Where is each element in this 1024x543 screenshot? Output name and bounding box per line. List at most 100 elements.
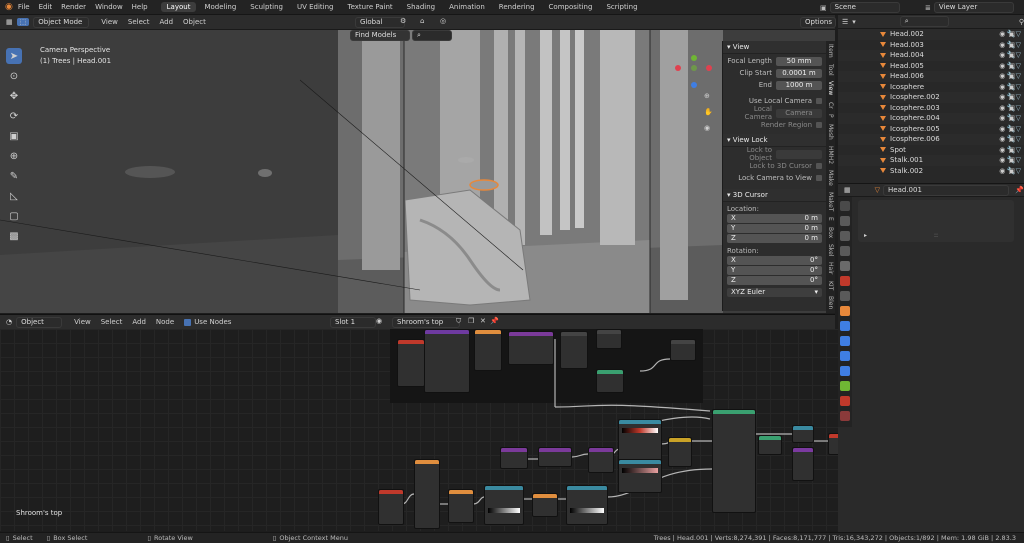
- constraints-tab-icon[interactable]: [840, 366, 850, 376]
- outliner-display-icon[interactable]: ▾: [852, 18, 856, 26]
- tab-animation[interactable]: Animation: [443, 2, 491, 12]
- object-tab-icon[interactable]: [840, 306, 850, 316]
- cursor-rotation-z[interactable]: Z 0°: [727, 276, 822, 285]
- tab-uv-editing[interactable]: UV Editing: [291, 2, 340, 12]
- node-material-output-b[interactable]: [792, 447, 814, 481]
- camera-view-icon[interactable]: ◉: [704, 124, 710, 132]
- move-tool-icon[interactable]: ✥: [6, 88, 22, 104]
- outliner-item[interactable]: Head.002 🔧▽ ◉▣: [838, 29, 1024, 40]
- physics-tab-icon[interactable]: [840, 351, 850, 361]
- panel-expand-icon[interactable]: ▸: [864, 232, 867, 239]
- node-texture-coordinate[interactable]: [397, 339, 425, 387]
- outliner-item[interactable]: Icosphere.005 🔧▽ ◉▣: [838, 124, 1024, 135]
- focal-length-field[interactable]: 50 mm: [776, 56, 822, 66]
- properties-empty-panel[interactable]: ▸ ::: [858, 200, 1014, 242]
- view-layer-tab-icon[interactable]: [840, 246, 850, 256]
- outliner-item[interactable]: Icosphere.004 🔧▽ ◉▣: [838, 113, 1024, 124]
- menu-render[interactable]: Render: [61, 3, 86, 11]
- pan-hand-icon[interactable]: ✋: [704, 108, 713, 116]
- lock-camera-checkbox[interactable]: [816, 175, 822, 181]
- node-math-c[interactable]: [532, 493, 558, 517]
- menu-file[interactable]: File: [18, 3, 30, 11]
- lock-to-object-field[interactable]: [776, 149, 822, 159]
- node-menu-node[interactable]: Node: [156, 318, 174, 326]
- sidebar-tab-item[interactable]: Item: [827, 44, 834, 58]
- sidebar-tab-view[interactable]: View: [827, 81, 834, 95]
- pivot-icon[interactable]: ⚙: [400, 17, 406, 25]
- rotation-mode-dropdown[interactable]: XYZ Euler ▾: [727, 288, 822, 297]
- sidebar-tab-box[interactable]: Box: [827, 227, 834, 238]
- node-menu-select[interactable]: Select: [101, 318, 123, 326]
- zoom-icon[interactable]: ⊕: [704, 92, 710, 100]
- visibility-toggles[interactable]: ◉▣: [999, 41, 1018, 49]
- options-dropdown[interactable]: Options: [800, 17, 836, 28]
- sidebar-tab-hmh2[interactable]: HMH2: [827, 146, 834, 164]
- texture-tab-icon[interactable]: [840, 411, 850, 421]
- outliner-item[interactable]: Stalk.001 🔧▽ ◉▣: [838, 155, 1024, 166]
- scene-selector[interactable]: ▣ Scene: [820, 2, 900, 13]
- unlink-material-icon[interactable]: ✕: [480, 317, 486, 325]
- find-models-search[interactable]: ⌕: [412, 30, 452, 41]
- proportional-icon[interactable]: ◎: [440, 17, 446, 25]
- world-tab-icon[interactable]: [840, 276, 850, 286]
- node-reroute-a[interactable]: [670, 339, 696, 361]
- menu-help[interactable]: Help: [132, 3, 148, 11]
- sidebar-tab-e[interactable]: E: [827, 217, 834, 221]
- blender-logo-icon[interactable]: ◉: [5, 2, 13, 12]
- orientation-dropdown[interactable]: Global: [355, 17, 405, 28]
- visibility-toggles[interactable]: ◉▣: [999, 114, 1018, 122]
- sidebar-tab-hair[interactable]: Hair: [827, 262, 834, 274]
- modifier-tab-icon[interactable]: [840, 321, 850, 331]
- outliner-type-icon[interactable]: ☰: [842, 18, 848, 26]
- node-noise-a[interactable]: [500, 447, 528, 469]
- outliner-item[interactable]: Icosphere.006 🔧▽ ◉▣: [838, 134, 1024, 145]
- navigation-gizmo[interactable]: ⊕ ✋ ◉: [672, 50, 722, 140]
- node-noise-b[interactable]: [538, 447, 572, 467]
- node-principled-bsdf[interactable]: [712, 409, 756, 513]
- tab-modeling[interactable]: Modeling: [198, 2, 242, 12]
- select-tool-icon[interactable]: ➤: [6, 48, 22, 64]
- panel-drag-icon[interactable]: ::: [934, 232, 938, 239]
- pin-icon[interactable]: 📌: [490, 317, 499, 325]
- mode-dropdown[interactable]: Object Mode: [33, 16, 90, 28]
- outliner-item[interactable]: Stalk.002 🔧▽ ◉▣: [838, 166, 1024, 177]
- cursor-location-x[interactable]: X0 m: [727, 214, 822, 223]
- sidebar-tab-skel[interactable]: Skel: [827, 244, 834, 256]
- data-tab-icon[interactable]: [840, 381, 850, 391]
- viewport-menu-add[interactable]: Add: [159, 18, 173, 26]
- node-bump[interactable]: [792, 425, 814, 443]
- properties-pin-icon[interactable]: 📌: [1015, 186, 1024, 194]
- rotate-tool-icon[interactable]: ⟳: [6, 108, 22, 124]
- node-mapping[interactable]: [424, 329, 470, 393]
- 3d-viewport[interactable]: ➤ ⊙ ✥ ⟳ ▣ ⊕ ✎ ◺ ▢ ▩ Camera Perspective (…: [0, 30, 835, 313]
- viewport-menu-view[interactable]: View: [101, 18, 118, 26]
- node-mapping-b[interactable]: [414, 459, 440, 529]
- sidebar-tab-cr[interactable]: Cr: [827, 102, 834, 109]
- node-color-ramp-c[interactable]: [618, 459, 662, 493]
- outliner-item[interactable]: Head.003 🔧▽ ◉▣: [838, 40, 1024, 51]
- outliner-filter-icon[interactable]: ⚲: [1019, 18, 1024, 26]
- node-menu-view[interactable]: View: [74, 318, 91, 326]
- tab-sculpting[interactable]: Sculpting: [244, 2, 289, 12]
- shader-type-dropdown[interactable]: Object: [16, 316, 63, 328]
- annotate-tool-icon[interactable]: ✎: [6, 168, 22, 184]
- snap-icon[interactable]: ⌂: [420, 17, 424, 25]
- collection-tab-icon[interactable]: [840, 291, 850, 301]
- render-tab-icon[interactable]: [840, 216, 850, 226]
- render-region-checkbox[interactable]: [816, 122, 822, 128]
- cursor-rotation-y[interactable]: Y 0°: [727, 266, 822, 275]
- node-vector-math[interactable]: [474, 329, 502, 371]
- menu-edit[interactable]: Edit: [39, 3, 53, 11]
- clip-end-field[interactable]: 1000 m: [776, 80, 822, 90]
- scale-tool-icon[interactable]: ▣: [6, 128, 22, 144]
- visibility-toggles[interactable]: ◉▣: [999, 167, 1018, 175]
- visibility-toggles[interactable]: ◉▣: [999, 125, 1018, 133]
- properties-object-name[interactable]: Head.001: [883, 184, 1010, 196]
- node-color-ramp-b[interactable]: [618, 419, 662, 463]
- view-layer-selector[interactable]: ≣ View Layer: [925, 2, 1014, 13]
- sidebar-tab-blen[interactable]: Blen: [827, 296, 834, 309]
- scene-field[interactable]: Scene: [829, 2, 900, 13]
- node-editor-type-icon[interactable]: ◔: [6, 318, 12, 326]
- slot-dropdown[interactable]: Slot 1: [330, 317, 376, 328]
- view-section-header[interactable]: ▾ View: [723, 41, 826, 54]
